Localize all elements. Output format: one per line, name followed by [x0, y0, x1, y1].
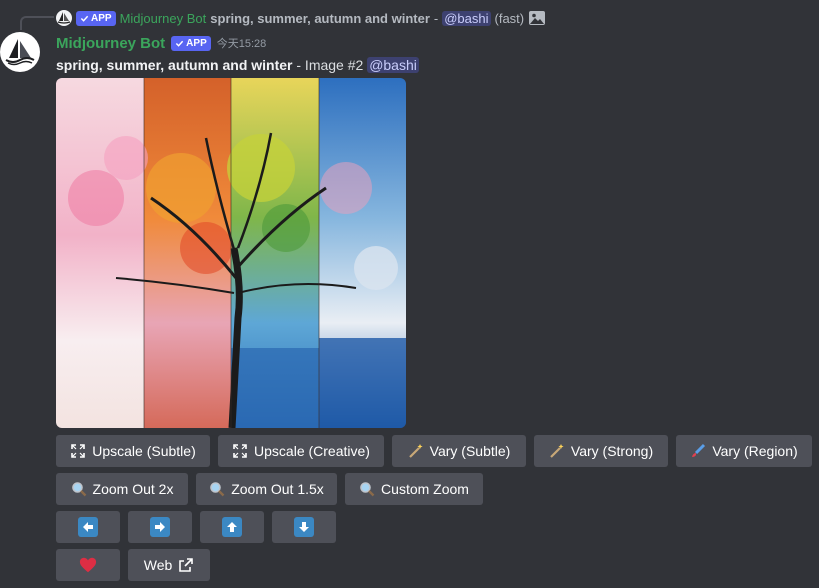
generated-image[interactable] — [56, 78, 406, 428]
prompt-text: spring, summer, autumn and winter — [56, 57, 293, 73]
button-label: Vary (Subtle) — [429, 443, 511, 459]
upscale-creative-button[interactable]: Upscale (Creative) — [218, 435, 384, 467]
button-row-misc: Web — [56, 549, 210, 581]
sailboat-icon — [5, 39, 35, 66]
button-row-zoom: Zoom Out 2x Zoom Out 1.5x Custom Zoom — [56, 473, 483, 505]
expand-icon — [232, 442, 248, 460]
app-badge: APP — [171, 35, 211, 51]
pan-right-button[interactable] — [128, 511, 192, 543]
vary-region-button[interactable]: Vary (Region) — [676, 435, 812, 467]
custom-zoom-button[interactable]: Custom Zoom — [345, 473, 483, 505]
favorite-button[interactable] — [56, 549, 120, 581]
button-label: Web — [143, 557, 173, 573]
zoom-out-1-5x-button[interactable]: Zoom Out 1.5x — [196, 473, 337, 505]
reply-prompt[interactable]: spring, summer, autumn and winter — [210, 11, 430, 26]
app-badge: APP — [76, 10, 116, 26]
button-label: Upscale (Subtle) — [92, 443, 196, 459]
message-content: spring, summer, autumn and winter - Imag… — [56, 55, 419, 75]
web-button[interactable]: Web — [128, 549, 210, 581]
avatar[interactable] — [0, 32, 40, 72]
button-label: Custom Zoom — [381, 481, 469, 497]
image-icon[interactable] — [528, 10, 546, 26]
reply-speed: (fast) — [494, 10, 525, 26]
image-number: - Image #2 — [292, 57, 368, 73]
magic-wand-icon — [408, 442, 424, 460]
user-mention[interactable]: @bashi — [367, 57, 419, 73]
button-label: Zoom Out 2x — [92, 481, 174, 497]
button-label: Upscale (Creative) — [254, 443, 370, 459]
sailboat-icon — [57, 12, 71, 24]
timestamp: 今天15:28 — [216, 38, 267, 50]
vary-subtle-button[interactable]: Vary (Subtle) — [392, 435, 526, 467]
pan-up-button[interactable] — [200, 511, 264, 543]
zoom-out-2x-button[interactable]: Zoom Out 2x — [56, 473, 188, 505]
pan-left-button[interactable] — [56, 511, 120, 543]
external-link-icon — [178, 556, 194, 574]
magnifier-icon — [359, 480, 375, 498]
reply-separator: - — [433, 10, 439, 26]
expand-icon — [70, 442, 86, 460]
heart-icon — [79, 556, 97, 574]
arrow-left-icon — [78, 517, 98, 537]
upscale-subtle-button[interactable]: Upscale (Subtle) — [56, 435, 210, 467]
magnifier-icon — [71, 480, 87, 498]
magnifier-icon — [209, 480, 225, 498]
button-label: Vary (Strong) — [570, 443, 654, 459]
button-label: Vary (Region) — [712, 443, 798, 459]
reply-connector — [20, 16, 54, 30]
arrow-up-icon — [222, 517, 242, 537]
button-row-pan — [56, 511, 336, 543]
arrow-down-icon — [294, 517, 314, 537]
magic-wand-icon — [549, 442, 565, 460]
reply-mention[interactable]: @bashi — [442, 10, 491, 26]
button-label: Zoom Out 1.5x — [231, 481, 324, 497]
reply-avatar[interactable] — [56, 10, 72, 26]
button-row-upscale-vary: Upscale (Subtle) Upscale (Creative) Vary… — [56, 435, 812, 467]
reply-preview[interactable]: APP Midjourney Bot spring, summer, autum… — [56, 8, 546, 28]
author-name[interactable]: Midjourney Bot — [56, 35, 165, 52]
arrow-right-icon — [150, 517, 170, 537]
vary-strong-button[interactable]: Vary (Strong) — [534, 435, 668, 467]
badge-label: APP — [91, 12, 112, 24]
paintbrush-icon — [690, 442, 706, 460]
pan-down-button[interactable] — [272, 511, 336, 543]
reply-author[interactable]: Midjourney Bot — [120, 11, 207, 26]
check-icon — [80, 15, 89, 22]
badge-label: APP — [186, 37, 207, 49]
check-icon — [176, 40, 184, 47]
message-header: Midjourney Bot APP 今天15:28 — [56, 33, 266, 53]
